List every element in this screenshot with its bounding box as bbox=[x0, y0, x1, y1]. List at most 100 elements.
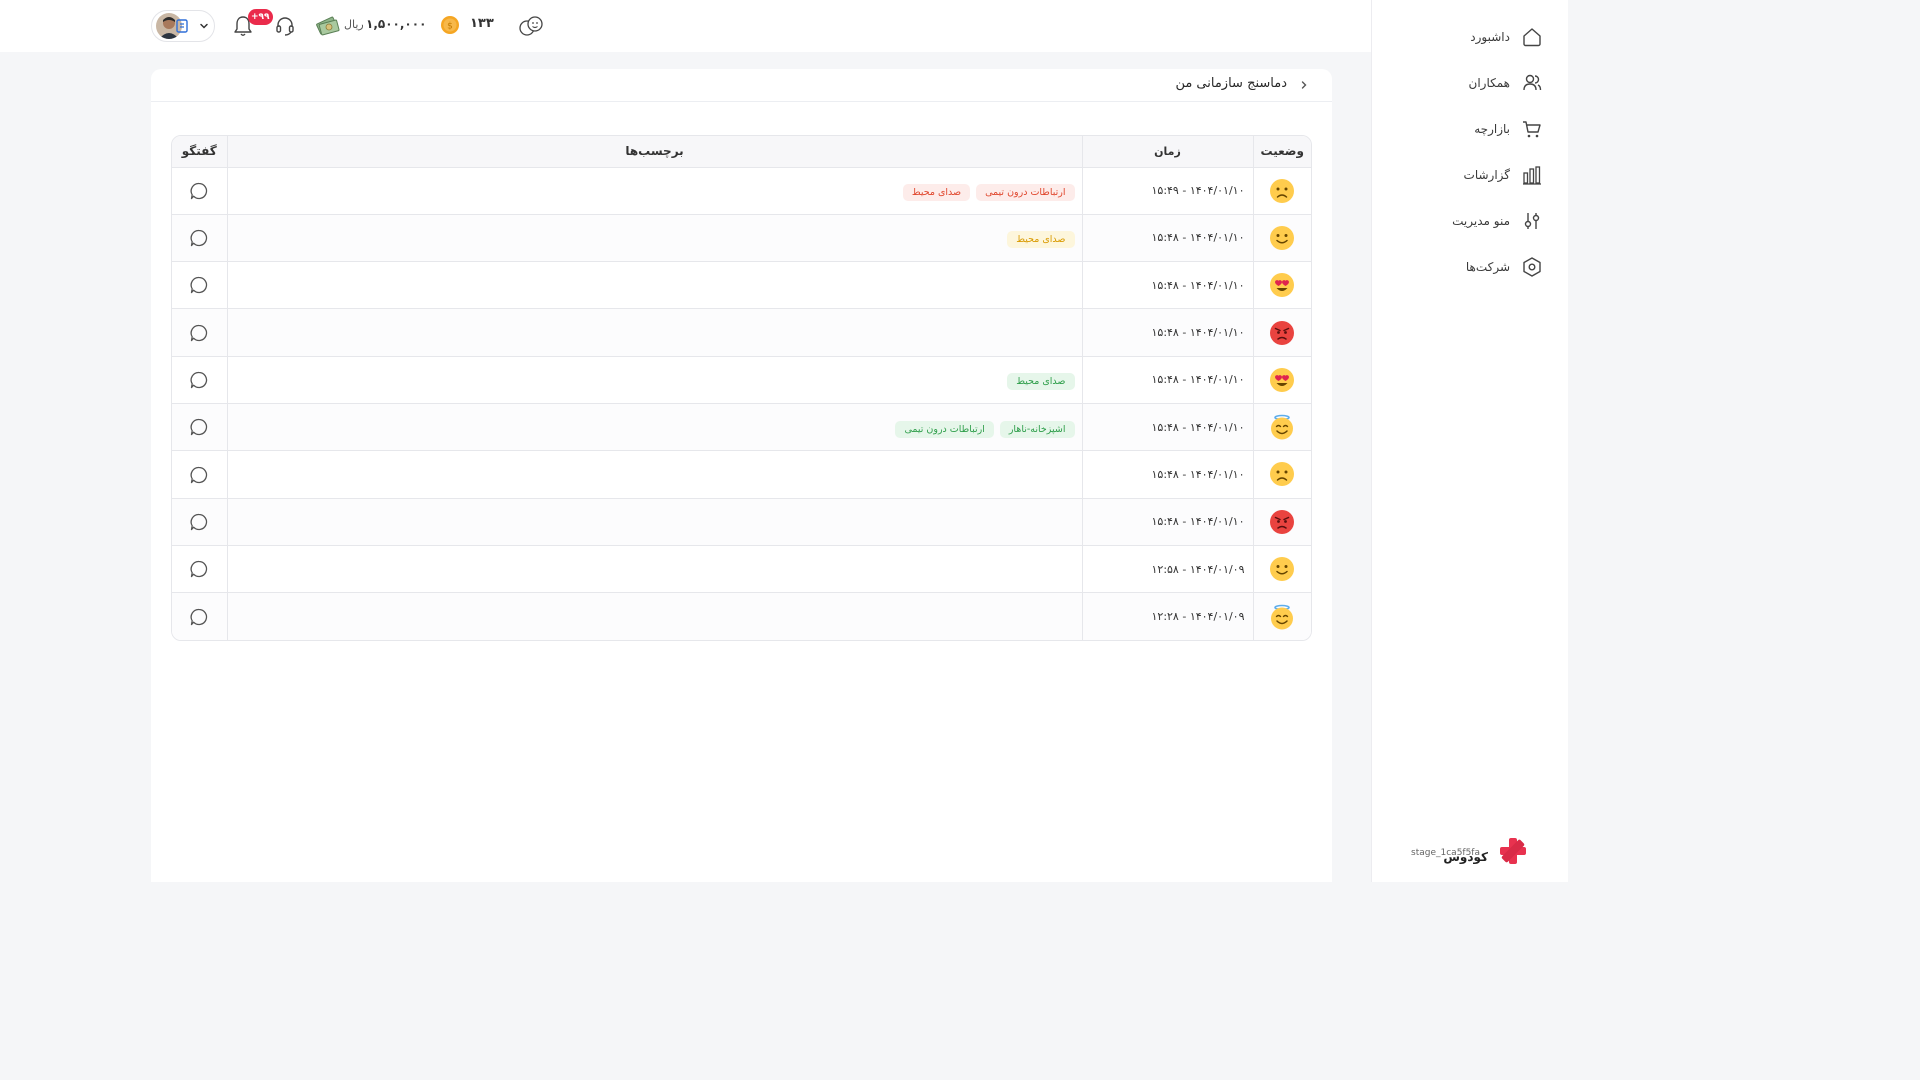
tags-cell: اشپزخانه-ناهار ارتباطات درون تیمی bbox=[226, 403, 1082, 452]
tag-badge: ارتباطات درون تیمی bbox=[976, 184, 1075, 202]
sliders-icon bbox=[1520, 209, 1544, 233]
sidebar-item-label: شرکت‌ها bbox=[1465, 260, 1510, 274]
chat-bubble-icon[interactable] bbox=[189, 181, 209, 201]
tags-cell bbox=[226, 498, 1082, 546]
angry-face-icon bbox=[1270, 509, 1295, 534]
brand-logo-icon bbox=[1500, 838, 1526, 864]
status-cell bbox=[1252, 214, 1311, 263]
love-face-icon bbox=[1270, 273, 1295, 298]
time-cell: ۱۴۰۴/۰۱/۰۹ - ۱۲:۲۸ bbox=[1081, 592, 1253, 640]
home-icon bbox=[1520, 25, 1544, 49]
tag-badge: صدای محیط bbox=[1007, 231, 1075, 249]
sidebar-item-colleagues[interactable]: همکاران bbox=[1372, 60, 1568, 106]
users-icon bbox=[1520, 71, 1544, 95]
mood-faces-icon[interactable] bbox=[518, 14, 544, 38]
coin-count: ۱۳۳ bbox=[470, 16, 494, 31]
table-row: ۱۴۰۴/۰۱/۱۰ - ۱۵:۴۸ اشپزخانه-ناهار ارتباطات… bbox=[172, 403, 1311, 452]
chat-bubble-icon[interactable] bbox=[189, 228, 209, 248]
table-row: ۱۴۰۴/۰۱/۰۹ - ۱۲:۵۸ bbox=[172, 545, 1311, 594]
tag-badge: اشپزخانه-ناهار bbox=[999, 420, 1075, 438]
tags-cell bbox=[226, 592, 1082, 640]
profile-menu[interactable] bbox=[151, 10, 215, 42]
angel-face-icon bbox=[1271, 414, 1294, 440]
sad-face-icon bbox=[1270, 178, 1295, 203]
status-cell bbox=[1252, 356, 1311, 404]
happy-face-icon bbox=[1270, 557, 1295, 582]
chat-bubble-icon[interactable] bbox=[189, 607, 209, 627]
time-cell: ۱۴۰۴/۰۱/۱۰ - ۱۵:۴۸ bbox=[1081, 261, 1253, 310]
headset-icon[interactable] bbox=[274, 15, 296, 37]
breadcrumb: دماسنج سازمانی من bbox=[151, 69, 1332, 102]
money-icon bbox=[316, 16, 340, 36]
chat-cell bbox=[172, 450, 227, 499]
stage-label: stage_1ca5f5fa bbox=[1411, 848, 1480, 858]
chat-bubble-icon[interactable] bbox=[189, 559, 209, 579]
chat-cell bbox=[172, 356, 227, 404]
time-cell: ۱۴۰۴/۰۱/۱۰ - ۱۵:۴۸ bbox=[1081, 356, 1253, 404]
coin-icon: $ bbox=[441, 16, 459, 34]
status-cell bbox=[1252, 592, 1311, 640]
chat-bubble-icon[interactable] bbox=[189, 323, 209, 343]
notification-badge: +۹۹ bbox=[248, 9, 273, 25]
tag-badge: صدای محیط bbox=[902, 184, 971, 202]
tags-cell bbox=[226, 545, 1082, 594]
tags-cell bbox=[226, 450, 1082, 499]
tags-cell: صدای محیط bbox=[226, 214, 1082, 263]
header-tags: برچسب‌ها bbox=[226, 136, 1082, 168]
currency-label: ریال bbox=[344, 18, 364, 31]
chat-bubble-icon[interactable] bbox=[189, 370, 209, 390]
chat-bubble-icon[interactable] bbox=[189, 417, 209, 437]
angel-face-icon bbox=[1271, 604, 1294, 630]
status-cell bbox=[1252, 167, 1311, 215]
header-status[interactable]: وضعیت bbox=[1252, 136, 1311, 168]
tags-cell bbox=[226, 261, 1082, 310]
table-row: ۱۴۰۴/۰۱/۱۰ - ۱۵:۴۸ صدای محیط bbox=[172, 356, 1311, 404]
time-cell: ۱۴۰۴/۰۱/۱۰ - ۱۵:۴۸ bbox=[1081, 214, 1253, 263]
time-cell: ۱۴۰۴/۰۱/۱۰ - ۱۵:۴۹ bbox=[1081, 167, 1253, 215]
status-cell bbox=[1252, 498, 1311, 546]
top-bar: +۹۹ ریال ۱,۵۰۰,۰۰۰ $ ۱۳۳ bbox=[0, 0, 1372, 52]
sidebar-item-label: گزارشات bbox=[1463, 168, 1510, 182]
hexagon-settings-icon bbox=[1520, 255, 1544, 279]
mood-table: وضعیت زمان برچسب‌ها گفتگو ۱۴۰۴/۰۱/۱۰ - ۱… bbox=[171, 135, 1312, 641]
tags-cell: صدای محیط bbox=[226, 356, 1082, 404]
chevron-down-icon[interactable] bbox=[198, 20, 210, 32]
table-row: ۱۴۰۴/۰۱/۱۰ - ۱۵:۴۸ bbox=[172, 261, 1311, 310]
chat-cell bbox=[172, 214, 227, 263]
time-cell: ۱۴۰۴/۰۱/۱۰ - ۱۵:۴۸ bbox=[1081, 498, 1253, 546]
tags-cell: ارتباطات درون تیمی صدای محیط bbox=[226, 167, 1082, 215]
sidebar-item-label: بازارچه bbox=[1474, 122, 1510, 136]
chat-bubble-icon[interactable] bbox=[189, 465, 209, 485]
table-row: ۱۴۰۴/۰۱/۱۰ - ۱۵:۴۸ bbox=[172, 308, 1311, 357]
sidebar-item-market[interactable]: بازارچه bbox=[1372, 106, 1568, 152]
sidebar-nav: داشبورد همکاران بازارچه گزارشات منو مدیر… bbox=[1372, 14, 1568, 290]
time-cell: ۱۴۰۴/۰۱/۱۰ - ۱۵:۴۸ bbox=[1081, 308, 1253, 357]
chat-cell bbox=[172, 498, 227, 546]
sidebar-item-companies[interactable]: شرکت‌ها bbox=[1372, 244, 1568, 290]
status-cell bbox=[1252, 308, 1311, 357]
table-row: ۱۴۰۴/۰۱/۱۰ - ۱۵:۴۸ bbox=[172, 450, 1311, 499]
chat-cell bbox=[172, 167, 227, 215]
header-time[interactable]: زمان bbox=[1081, 136, 1253, 168]
chat-cell bbox=[172, 261, 227, 310]
main-card: دماسنج سازمانی من وضعیت زمان برچسب‌ها گف… bbox=[151, 69, 1332, 882]
status-cell bbox=[1252, 450, 1311, 499]
chat-bubble-icon[interactable] bbox=[189, 275, 209, 295]
table-row: ۱۴۰۴/۰۱/۰۹ - ۱۲:۲۸ bbox=[172, 592, 1311, 640]
angry-face-icon bbox=[1270, 320, 1295, 345]
page-title: دماسنج سازمانی من bbox=[1175, 76, 1287, 91]
sidebar: داشبورد همکاران بازارچه گزارشات منو مدیر… bbox=[1372, 0, 1568, 882]
chevron-back-icon[interactable] bbox=[1298, 79, 1310, 91]
table-header-row: وضعیت زمان برچسب‌ها گفتگو bbox=[172, 136, 1311, 168]
sidebar-item-admin-menu[interactable]: منو مدیریت bbox=[1372, 198, 1568, 244]
status-cell bbox=[1252, 545, 1311, 594]
brand: کودوس stage_1ca5f5fa bbox=[1411, 838, 1526, 864]
sad-face-icon bbox=[1270, 462, 1295, 487]
happy-face-icon bbox=[1270, 225, 1295, 250]
tags-cell bbox=[226, 308, 1082, 357]
sidebar-item-dashboard[interactable]: داشبورد bbox=[1372, 14, 1568, 60]
chat-bubble-icon[interactable] bbox=[189, 512, 209, 532]
sidebar-item-label: منو مدیریت bbox=[1452, 214, 1510, 228]
sidebar-item-reports[interactable]: گزارشات bbox=[1372, 152, 1568, 198]
tag-badge: صدای محیط bbox=[1007, 373, 1075, 391]
